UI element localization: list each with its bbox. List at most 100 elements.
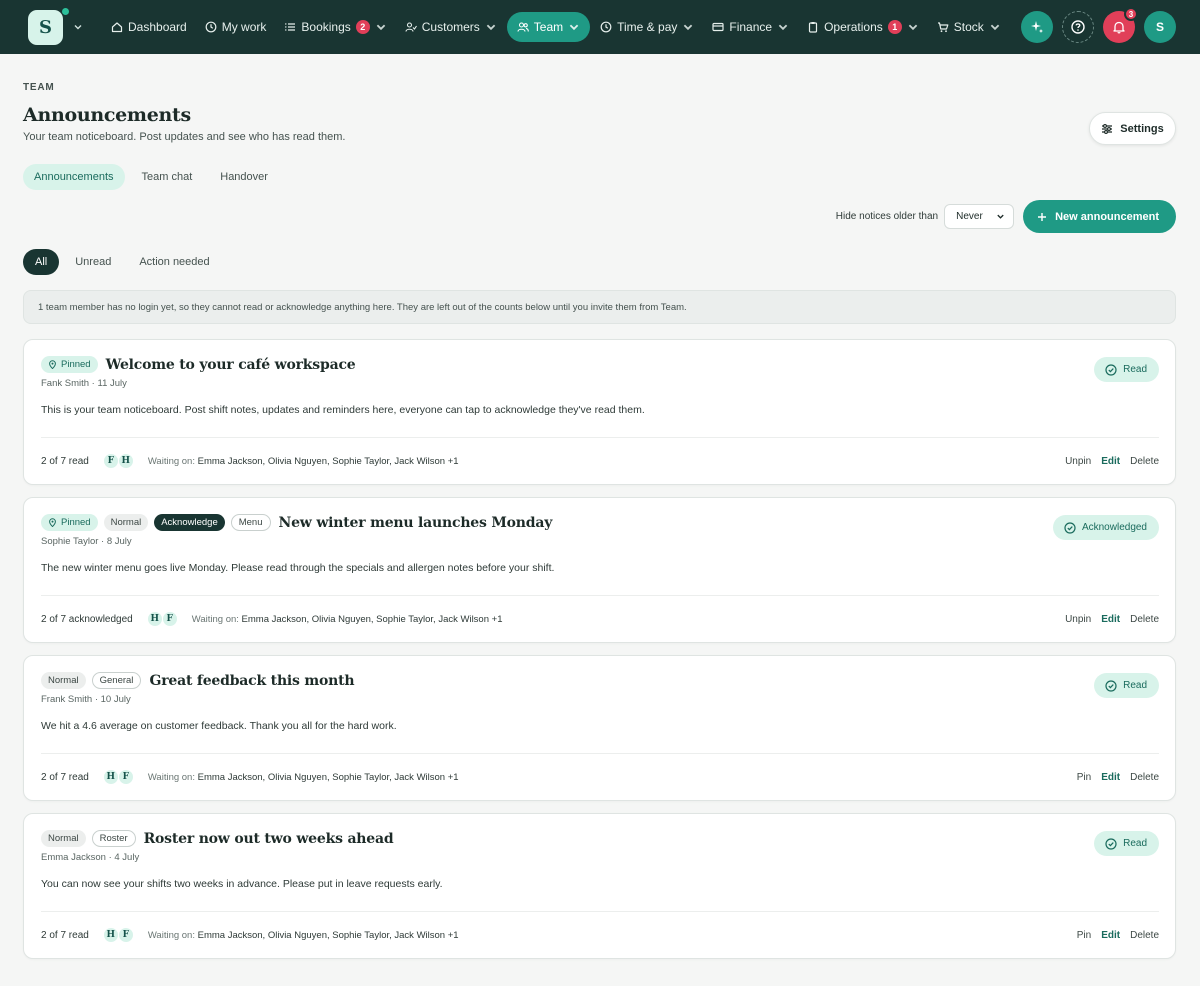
nav-item-finance[interactable]: Finance: [704, 12, 797, 42]
announcement-body: You can now see your shifts two weeks in…: [41, 878, 443, 890]
hide-older-value: Never: [956, 211, 983, 222]
nav-item-bookings[interactable]: Bookings 2: [276, 12, 394, 42]
new-announcement-label: New announcement: [1055, 210, 1159, 223]
waiting-names: Emma Jackson, Olivia Nguyen, Sophie Tayl…: [197, 771, 459, 783]
edit-button[interactable]: Edit: [1101, 930, 1120, 941]
tab-handover[interactable]: Handover: [209, 164, 279, 190]
help-button[interactable]: [1062, 11, 1094, 43]
tag-pinned: Pinned: [41, 514, 98, 531]
nav-badge: 1: [887, 20, 902, 34]
clipboard-icon: [808, 22, 818, 33]
reader-avatar: F: [161, 611, 178, 627]
edit-button[interactable]: Edit: [1101, 772, 1120, 783]
chevron-down-icon: [990, 24, 1000, 31]
workspace-switcher-chevron-icon[interactable]: [73, 22, 83, 32]
chevron-down-icon: [486, 24, 496, 31]
waiting-names: Emma Jackson, Olivia Nguyen, Sophie Tayl…: [197, 929, 459, 941]
card-actions: Unpin Edit Delete: [1065, 614, 1159, 625]
filter-unread[interactable]: Unread: [63, 249, 123, 275]
nav-item-stock[interactable]: Stock: [929, 12, 1009, 42]
announcement-title[interactable]: Roster now out two weeks ahead: [144, 831, 394, 847]
pin-button[interactable]: Pin: [1077, 772, 1091, 783]
nav-label: Dashboard: [128, 20, 187, 34]
tag-label: Normal: [48, 675, 79, 686]
tab-team-chat[interactable]: Team chat: [131, 164, 204, 190]
nav-label: Finance: [729, 20, 773, 34]
chevron-down-icon: [376, 24, 386, 31]
delete-button[interactable]: Delete: [1130, 930, 1159, 941]
edit-button[interactable]: Edit: [1101, 614, 1120, 625]
edit-button[interactable]: Edit: [1101, 456, 1120, 467]
tag-ack: Acknowledge: [154, 514, 225, 531]
nav-item-my-work[interactable]: My work: [197, 12, 275, 42]
check-circle-icon: [1105, 837, 1117, 850]
nav-label: My work: [221, 20, 267, 34]
settings-button[interactable]: Settings: [1089, 112, 1176, 145]
delete-button[interactable]: Delete: [1130, 456, 1159, 467]
nav-item-time-pay[interactable]: Time & pay: [592, 12, 702, 42]
hide-older-select[interactable]: Never: [944, 204, 1015, 229]
announcement-meta: Sophie Taylor · 8 July: [41, 536, 132, 547]
reader-avatars: HF: [146, 611, 178, 627]
tab-announcements[interactable]: Announcements: [23, 164, 125, 190]
waiting-names: Emma Jackson, Olivia Nguyen, Sophie Tayl…: [197, 455, 459, 467]
announcement-card: Pinned Normal Acknowledge Menu New winter m…: [23, 497, 1176, 643]
announcement-meta: Frank Smith · 10 July: [41, 694, 131, 705]
chevron-down-icon: [569, 24, 579, 31]
read-count: 2 of 7 read: [41, 455, 89, 467]
hide-older-label: Hide notices older than: [835, 211, 939, 222]
filter-chips: All Unread Action needed: [23, 249, 1176, 275]
tag-label: Normal: [48, 833, 79, 844]
card-header: Pinned Normal Acknowledge Menu New winter m…: [41, 514, 1158, 531]
announcement-title[interactable]: Great feedback this month: [149, 673, 354, 689]
nav-item-operations[interactable]: Operations 1: [799, 12, 927, 42]
read-count: 2 of 7 read: [41, 929, 89, 941]
user-avatar[interactable]: S: [1144, 11, 1176, 43]
home-icon: [111, 22, 123, 33]
nav-item-dashboard[interactable]: Dashboard: [103, 12, 195, 42]
announcement-title[interactable]: Welcome to your café workspace: [106, 357, 356, 373]
status-label: Read: [1123, 364, 1147, 375]
notifications-button[interactable]: 3: [1103, 7, 1138, 43]
waiting-names: Emma Jackson, Olivia Nguyen, Sophie Tayl…: [241, 613, 503, 625]
nav-item-customers[interactable]: Customers: [397, 12, 505, 42]
assistant-button[interactable]: [1021, 11, 1053, 43]
reader-avatars: FH: [102, 453, 134, 469]
workspace-logo[interactable]: S: [28, 7, 69, 45]
status-badge[interactable]: Acknowledged: [1052, 515, 1159, 540]
delete-button[interactable]: Delete: [1130, 614, 1159, 625]
users-icon: [405, 22, 417, 32]
unpin-button[interactable]: Unpin: [1065, 614, 1091, 625]
waiting-on: Waiting on: Emma Jackson, Olivia Nguyen,…: [148, 930, 459, 941]
status-badge[interactable]: Read: [1094, 831, 1159, 856]
filter-action-needed[interactable]: Action needed: [127, 249, 221, 275]
reader-avatar: H: [146, 611, 163, 627]
settings-label: Settings: [1120, 122, 1164, 135]
nav-item-team[interactable]: Team: [506, 12, 591, 42]
tag-label: Menu: [238, 517, 263, 528]
new-announcement-button[interactable]: New announcement: [1023, 200, 1176, 233]
reader-avatars: HF: [102, 769, 134, 785]
filter-all[interactable]: All: [23, 249, 60, 275]
announcement-title[interactable]: New winter menu launches Monday: [279, 515, 553, 531]
delete-button[interactable]: Delete: [1130, 772, 1159, 783]
status-badge[interactable]: Read: [1094, 673, 1159, 698]
reader-avatar: F: [117, 769, 134, 785]
tag-label: General: [99, 675, 134, 686]
chevron-down-icon: [778, 24, 788, 31]
tag-label: Acknowledge: [161, 517, 218, 528]
nav-label: Operations: [824, 20, 883, 34]
waiting-on: Waiting on: Emma Jackson, Olivia Nguyen,…: [148, 456, 459, 467]
notification-count: 3: [1124, 7, 1138, 21]
card-header: Normal Roster Roster now out two weeks ah…: [41, 830, 1158, 847]
page-subtitle: Your team noticeboard. Post updates and …: [23, 131, 346, 143]
status-label: Acknowledged: [1081, 522, 1147, 533]
tag-normal: Normal: [41, 672, 86, 689]
unpin-button[interactable]: Unpin: [1065, 456, 1091, 467]
announcement-card: Normal General Great feedback this month …: [23, 655, 1176, 801]
no-login-notice: 1 team member has no login yet, so they …: [23, 290, 1176, 324]
status-badge[interactable]: Read: [1094, 357, 1159, 382]
reader-avatar: F: [102, 453, 119, 469]
card-actions: Pin Edit Delete: [1077, 772, 1159, 783]
pin-button[interactable]: Pin: [1077, 930, 1091, 941]
